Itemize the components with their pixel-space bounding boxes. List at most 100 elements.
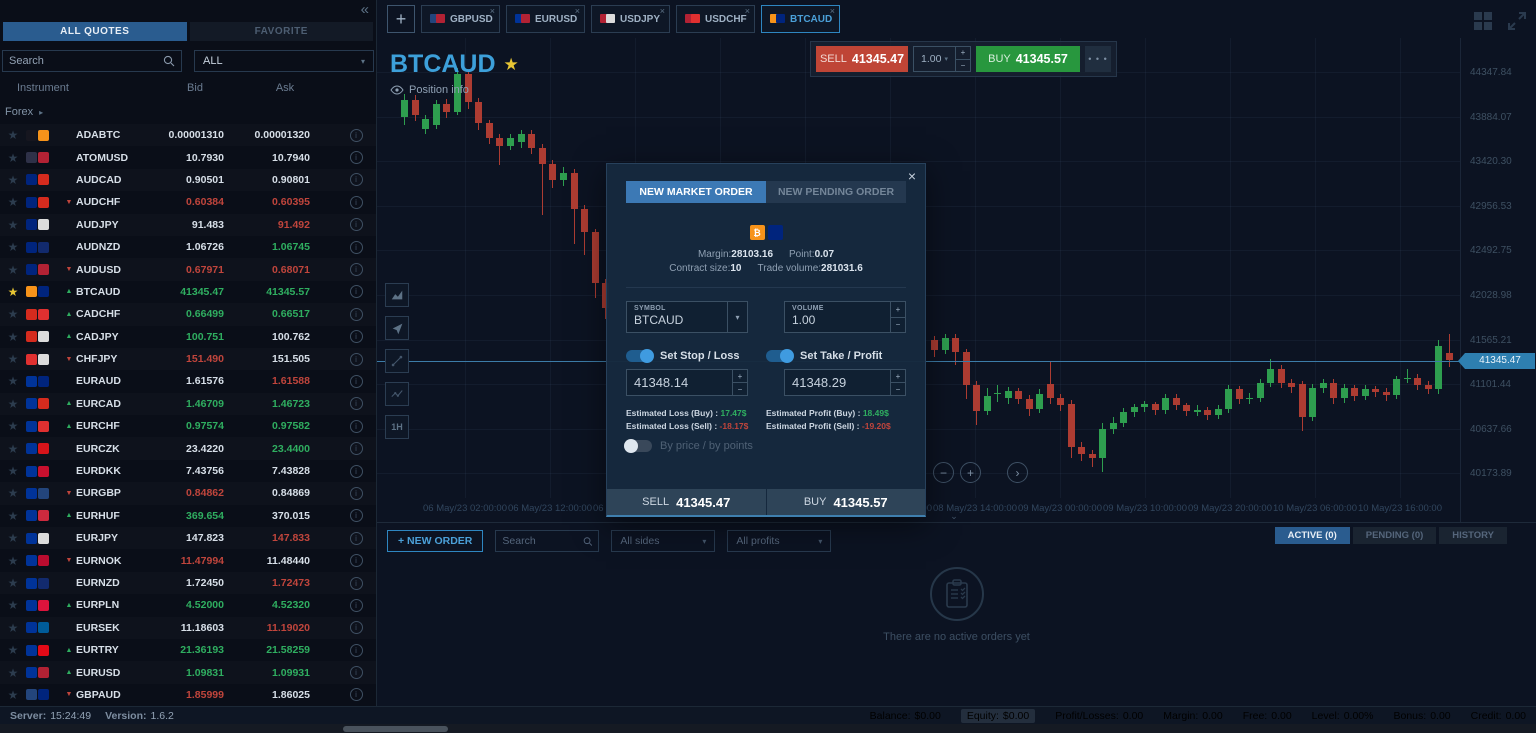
quotes-tab[interactable]: FAVORITE [190, 22, 374, 41]
quote-row[interactable]: ★ ▲ CADCHF 0.66499 0.66517 i [0, 303, 376, 325]
indicators-button[interactable] [385, 382, 409, 406]
quote-row[interactable]: ★ ADABTC 0.00001310 0.00001320 i [0, 124, 376, 146]
orders-tab[interactable]: HISTORY [1439, 527, 1507, 544]
volume-increase-button[interactable]: + [956, 47, 970, 60]
trendline-button[interactable] [385, 349, 409, 373]
favorite-star-icon[interactable]: ★ [0, 688, 26, 702]
favorite-star-icon[interactable]: ★ [0, 307, 26, 321]
quotes-search[interactable] [2, 50, 182, 72]
info-icon[interactable]: i [350, 532, 363, 545]
orders-search-input[interactable] [502, 535, 582, 547]
info-icon[interactable]: i [350, 308, 363, 321]
by-points-toggle[interactable] [626, 440, 652, 452]
volume-field[interactable]: VOLUME 1.00 + − [784, 301, 906, 333]
info-icon[interactable]: i [350, 353, 363, 366]
favorite-star-icon[interactable]: ★ [0, 330, 26, 344]
stop-loss-toggle[interactable] [626, 350, 652, 362]
volume-dropdown[interactable]: 1.00 ▾ [914, 47, 955, 71]
quote-row[interactable]: ★ ▼ AUDCHF 0.60384 0.60395 i [0, 191, 376, 213]
favorite-star-icon[interactable]: ★ [0, 598, 26, 612]
quote-row[interactable]: ★ ▼ EURNOK 11.47994 11.48440 i [0, 549, 376, 571]
layout-grid-icon[interactable] [1472, 10, 1494, 32]
favorite-star-icon[interactable]: ★ [0, 263, 26, 277]
zoom-in-button[interactable]: + [960, 462, 981, 483]
modal-buy-button[interactable]: BUY 41345.57 [767, 489, 926, 515]
profits-filter-dropdown[interactable]: All profits ▾ [727, 530, 831, 552]
favorite-star-icon[interactable]: ★ [0, 151, 26, 165]
buy-button[interactable]: BUY 41345.57 [976, 46, 1080, 72]
stop-loss-input[interactable]: 41348.14 + − [626, 369, 748, 396]
info-icon[interactable]: i [350, 420, 363, 433]
info-icon[interactable]: i [350, 688, 363, 701]
crosshair-button[interactable] [385, 316, 409, 340]
symbol-field[interactable]: SYMBOL BTCAUD ▾ [626, 301, 748, 333]
horizontal-scrollbar[interactable] [0, 724, 1536, 733]
favorite-star-icon[interactable]: ★ [0, 621, 26, 635]
info-icon[interactable]: i [350, 173, 363, 186]
quote-row[interactable]: ★ EURSEK 11.18603 11.19020 i [0, 617, 376, 639]
order-type-tab[interactable]: NEW MARKET ORDER [626, 181, 766, 203]
quote-row[interactable]: ★ AUDJPY 91.483 91.492 i [0, 214, 376, 236]
scroll-forward-button[interactable]: › [1007, 462, 1028, 483]
scrollbar-thumb[interactable] [343, 726, 448, 732]
info-icon[interactable]: i [350, 465, 363, 478]
favorite-star-icon[interactable]: ★ [0, 285, 26, 299]
info-icon[interactable]: i [350, 263, 363, 276]
favorite-star-icon[interactable]: ★ [0, 173, 26, 187]
info-icon[interactable]: i [350, 487, 363, 500]
favorite-star-icon[interactable]: ★ [0, 397, 26, 411]
favorite-star-icon[interactable]: ★ [0, 464, 26, 478]
timeframe-button[interactable]: 1H [385, 415, 409, 439]
fullscreen-icon[interactable] [1506, 10, 1528, 32]
quote-row[interactable]: ★ ▼ CHFJPY 151.490 151.505 i [0, 348, 376, 370]
search-input[interactable] [9, 55, 163, 67]
info-icon[interactable]: i [350, 554, 363, 567]
price-axis[interactable]: 41345.47 44347.8443884.0743420.3042956.5… [1460, 38, 1536, 522]
favorite-star-icon[interactable]: ★ [0, 666, 26, 680]
stop-loss-decrease-button[interactable]: − [733, 383, 747, 395]
position-info-toggle[interactable]: Position info [390, 84, 469, 96]
quote-row[interactable]: ★ ATOMUSD 10.7930 10.7940 i [0, 146, 376, 168]
info-icon[interactable]: i [350, 196, 363, 209]
quote-row[interactable]: ★ ▲ EURUSD 1.09831 1.09931 i [0, 661, 376, 683]
quote-row[interactable]: ★ AUDCAD 0.90501 0.90801 i [0, 169, 376, 191]
close-icon[interactable]: × [908, 168, 916, 184]
quote-row[interactable]: ★ ▲ EURCHF 0.97574 0.97582 i [0, 415, 376, 437]
quote-row[interactable]: ★ EURNZD 1.72450 1.72473 i [0, 572, 376, 594]
info-icon[interactable]: i [350, 241, 363, 254]
sell-button[interactable]: SELL 41345.47 [816, 46, 908, 72]
info-icon[interactable]: i [350, 644, 363, 657]
info-icon[interactable]: i [350, 375, 363, 388]
quote-row[interactable]: ★ ▲ CADJPY 100.751 100.762 i [0, 326, 376, 348]
modal-sell-button[interactable]: SELL 41345.47 [607, 489, 766, 515]
quote-row[interactable]: ★ EURCZK 23.4220 23.4400 i [0, 437, 376, 459]
take-profit-input[interactable]: 41348.29 + − [784, 369, 906, 396]
quote-row[interactable]: ★ ▼ AUDUSD 0.67971 0.68071 i [0, 258, 376, 280]
panel-collapse-handle[interactable]: ⌄ [933, 514, 975, 522]
favorite-star-icon[interactable]: ★ [0, 374, 26, 388]
info-icon[interactable]: i [350, 330, 363, 343]
info-icon[interactable]: i [350, 129, 363, 142]
info-icon[interactable]: i [350, 442, 363, 455]
quote-row[interactable]: ★ ▲ EURHUF 369.654 370.015 i [0, 505, 376, 527]
info-icon[interactable]: i [350, 599, 363, 612]
quote-row[interactable]: ★ EURDKK 7.43756 7.43828 i [0, 460, 376, 482]
take-profit-increase-button[interactable]: + [891, 370, 905, 383]
favorite-star-icon[interactable]: ★ [0, 486, 26, 500]
quote-row[interactable]: ★ ▼ GBPAUD 1.85999 1.86025 i [0, 684, 376, 706]
quotes-tab[interactable]: ALL QUOTES [3, 22, 187, 41]
quote-row[interactable]: ★ EURJPY 147.823 147.833 i [0, 527, 376, 549]
quote-row[interactable]: ★ ▲ EURPLN 4.52000 4.52320 i [0, 594, 376, 616]
info-icon[interactable]: i [350, 397, 363, 410]
favorite-star-icon[interactable]: ★ [0, 240, 26, 254]
take-profit-decrease-button[interactable]: − [891, 383, 905, 395]
take-profit-toggle[interactable] [766, 350, 792, 362]
quote-row[interactable]: ★ EURAUD 1.61576 1.61588 i [0, 370, 376, 392]
new-order-button[interactable]: + NEW ORDER [387, 530, 483, 552]
quote-row[interactable]: ★ ▼ EURGBP 0.84862 0.84869 i [0, 482, 376, 504]
zoom-out-button[interactable]: − [933, 462, 954, 483]
favorite-star-icon[interactable]: ★ [0, 643, 26, 657]
info-icon[interactable]: i [350, 509, 363, 522]
favorite-star-icon[interactable]: ★ [0, 576, 26, 590]
quote-row[interactable]: ★ ▲ BTCAUD 41345.47 41345.57 i [0, 281, 376, 303]
